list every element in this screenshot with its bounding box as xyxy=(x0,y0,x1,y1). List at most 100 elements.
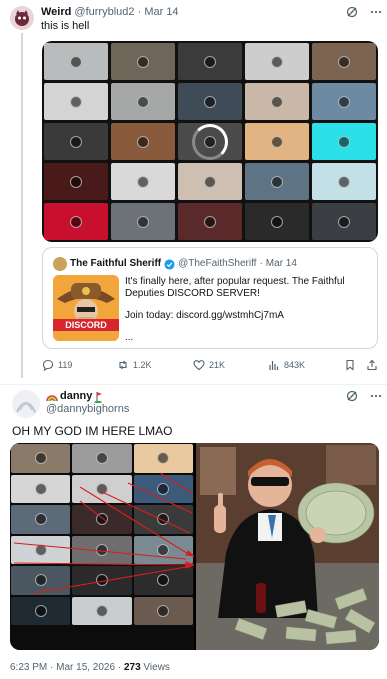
call-tile xyxy=(245,203,309,240)
tweet-timestamp[interactable]: 6:23 PM · Mar 15, 2026 xyxy=(10,662,115,673)
call-tile xyxy=(178,83,242,120)
display-name[interactable]: danny xyxy=(60,390,92,403)
call-tile xyxy=(312,123,376,160)
quote-image-label: DISCORD xyxy=(53,319,119,331)
tweet-top-icons xyxy=(346,389,382,403)
golf-flag-icon xyxy=(94,391,104,403)
quote-handle: @TheFaithSheriff xyxy=(178,258,257,269)
quote-separator-dot: · xyxy=(259,258,263,269)
tweet-weird: Weird @furryblud2 · Mar 14 this is hell … xyxy=(0,0,387,384)
participant-avatar xyxy=(271,215,283,228)
avatar[interactable] xyxy=(10,6,34,30)
tweet-divider xyxy=(0,384,387,385)
display-name[interactable]: Weird xyxy=(41,6,71,18)
participant-avatar xyxy=(137,215,149,228)
quote-date: Mar 14 xyxy=(265,258,297,269)
tweet-meta: 6:23 PM · Mar 15, 2026 · 273 Views xyxy=(10,662,170,674)
call-tile xyxy=(178,163,242,200)
share-button[interactable] xyxy=(366,358,378,372)
participant-avatar xyxy=(338,55,350,68)
participant-avatar xyxy=(271,95,283,108)
participant-avatar xyxy=(204,95,216,108)
red-arrows-overlay xyxy=(13,472,194,594)
more-icon[interactable] xyxy=(370,390,382,402)
views-button[interactable]: 843K xyxy=(268,358,305,372)
call-tile xyxy=(245,123,309,160)
participant-avatar xyxy=(70,215,82,228)
call-tile xyxy=(44,43,108,80)
bookmark-icon xyxy=(344,359,356,371)
participant-avatar xyxy=(204,175,216,188)
views-count: 843K xyxy=(284,360,306,370)
participant-avatar xyxy=(204,135,216,148)
tweet-top-icons xyxy=(346,5,382,19)
bookmark-button[interactable] xyxy=(344,358,356,372)
avatar[interactable] xyxy=(12,390,40,418)
participant-avatar xyxy=(338,95,350,108)
separator-dot: · xyxy=(137,6,142,18)
call-tile xyxy=(312,43,376,80)
views-icon xyxy=(268,359,280,371)
quote-header: The Faithful Sheriff @TheFaithSheriff · … xyxy=(53,257,297,271)
more-icon[interactable] xyxy=(370,6,382,18)
video-call-grid xyxy=(42,41,378,242)
photo-person-with-cash xyxy=(196,443,379,650)
participant-avatar xyxy=(70,135,82,148)
call-tile xyxy=(178,123,242,160)
call-tile xyxy=(178,203,242,240)
participant-avatar xyxy=(70,95,82,108)
media-image-left[interactable] xyxy=(10,443,194,650)
grok-icon[interactable] xyxy=(346,390,358,402)
reply-button[interactable]: 119 xyxy=(42,358,72,372)
participant-avatar xyxy=(338,135,350,148)
call-tile xyxy=(111,43,175,80)
participant-avatar xyxy=(204,215,216,228)
retweet-icon xyxy=(117,359,129,371)
tweet-media[interactable] xyxy=(42,41,378,242)
grok-icon[interactable] xyxy=(346,6,358,18)
call-tile xyxy=(44,203,108,240)
tweet-text: OH MY GOD IM HERE LMAO xyxy=(12,424,173,438)
participant-avatar xyxy=(70,55,82,68)
call-tile xyxy=(44,163,108,200)
call-tile xyxy=(178,43,242,80)
participant-avatar xyxy=(70,175,82,188)
call-tile xyxy=(111,123,175,160)
participant-avatar xyxy=(338,175,350,188)
media-image-right[interactable] xyxy=(196,443,379,650)
handle[interactable]: @furryblud2 xyxy=(74,6,134,18)
call-tile xyxy=(111,203,175,240)
tweet-header: Weird @furryblud2 · Mar 14 xyxy=(41,6,179,19)
share-icon xyxy=(366,359,378,371)
views-count: 273 xyxy=(123,662,141,673)
quote-text-line-2[interactable]: Join today: discord.gg/wstmhCj7mA xyxy=(125,310,365,322)
handle[interactable]: @dannybighorns xyxy=(46,403,129,416)
tweet-date[interactable]: Mar 14 xyxy=(144,6,178,18)
reply-icon xyxy=(42,359,54,371)
tweet-media[interactable] xyxy=(10,443,379,650)
participant-avatar xyxy=(204,55,216,68)
call-tile xyxy=(44,83,108,120)
tweet-actions: 119 1.2K 21K 843K xyxy=(42,358,378,372)
participant-avatar xyxy=(137,135,149,148)
quote-avatar xyxy=(53,257,67,271)
tweet-text: this is hell xyxy=(41,20,90,32)
thread-line xyxy=(21,33,23,378)
quote-text-line-3: ... xyxy=(125,332,134,343)
call-tile xyxy=(111,163,175,200)
call-tile xyxy=(312,163,376,200)
quoted-tweet[interactable]: The Faithful Sheriff @TheFaithSheriff · … xyxy=(42,247,378,349)
views-label: Views xyxy=(143,662,170,673)
verified-badge-icon xyxy=(164,258,175,270)
call-tile xyxy=(245,43,309,80)
retweet-button[interactable]: 1.2K xyxy=(117,358,152,372)
like-button[interactable]: 21K xyxy=(193,358,225,372)
participant-avatar xyxy=(338,215,350,228)
quote-text-line-1: It's finally here, after popular request… xyxy=(125,276,345,299)
reply-count: 119 xyxy=(58,360,73,370)
retweet-count: 1.2K xyxy=(133,360,152,370)
participant-avatar xyxy=(271,55,283,68)
quote-image[interactable]: DISCORD xyxy=(53,275,119,341)
quote-display-name: The Faithful Sheriff xyxy=(70,258,162,269)
call-tile xyxy=(312,83,376,120)
